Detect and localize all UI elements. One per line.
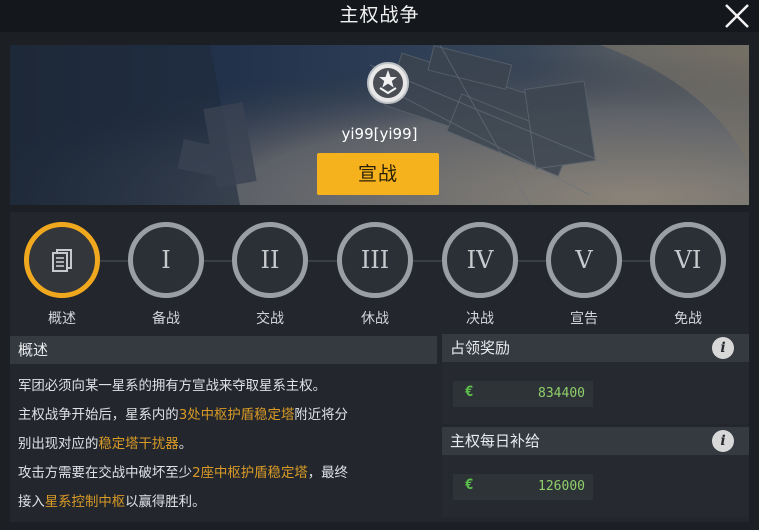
phase-decisive-battle[interactable]: IV 决战 — [440, 222, 520, 332]
reward-value: 834400 — [538, 386, 585, 401]
window-title: 主权战争 — [339, 4, 420, 26]
overview-line: 军团必须向某一星系的拥有方宣战来夺取星系主权。 — [18, 372, 432, 401]
phase-engagement[interactable]: II 交战 — [230, 222, 310, 332]
overview-text-segment: 。 — [178, 437, 193, 452]
phase-numeral: V — [575, 246, 593, 274]
phase-announcement[interactable]: V 宣告 — [544, 222, 624, 332]
overview-line: 别出现对应的稳定塔干扰器。 — [18, 430, 432, 459]
phase-overview[interactable]: 概述 — [22, 222, 102, 332]
overview-line: 攻击方需要在交战中破坏至少2座中枢护盾稳定塔，最终 — [18, 459, 432, 488]
overview-line: 接入星系控制中枢以赢得胜利。 — [18, 488, 432, 517]
supply-value-box: € 126000 — [453, 474, 593, 500]
phase-label: 决战 — [466, 311, 494, 327]
phase-numeral: III — [360, 246, 390, 274]
supply-info-icon[interactable]: i — [712, 430, 734, 452]
close-button[interactable] — [723, 2, 751, 30]
phase-numeral: IV — [466, 246, 494, 274]
phase-preparation[interactable]: I 备战 — [126, 222, 206, 332]
declare-war-button[interactable]: 宣战 — [317, 153, 439, 195]
highlight-tower-jammer: 稳定塔干扰器 — [98, 437, 179, 452]
phase-timeline: 概述 I 备战 II 交战 III 休战 IV 决战 V 宣告 VI 免战 — [10, 212, 749, 332]
phase-label: 休战 — [361, 311, 389, 327]
reward-info-icon[interactable]: i — [712, 337, 734, 359]
reward-heading: 占领奖励 — [442, 334, 749, 362]
overview-text-segment: 攻击方需要在交战中破坏至少 — [18, 466, 193, 481]
overview-text-segment: 附近将分 — [294, 408, 348, 423]
overview-line: 主权战争开始后，星系内的3处中枢护盾稳定塔附近将分 — [18, 401, 432, 430]
overview-text: 军团必须向某一星系的拥有方宣战来夺取星系主权。 主权战争开始后，星系内的3处中枢… — [18, 372, 432, 517]
document-icon — [52, 249, 72, 272]
phase-label: 交战 — [256, 311, 284, 327]
phase-numeral: II — [260, 246, 280, 274]
overview-text-segment: 军团必须向某一星系的拥有方宣战来夺取星系主权。 — [18, 379, 326, 394]
reward-value-box: € 834400 — [453, 381, 593, 407]
overview-heading: 概述 — [10, 336, 437, 364]
banner: yi99[yi99] 宣战 — [10, 45, 749, 205]
supply-heading: 主权每日补给 — [442, 427, 749, 455]
overview-text-segment: 别出现对应的 — [18, 437, 99, 452]
phase-ceasefire[interactable]: III 休战 — [335, 222, 415, 332]
phase-label: 概述 — [48, 311, 76, 327]
star-chevron-icon — [367, 62, 409, 104]
highlight-destroy-towers: 2座中枢护盾稳定塔 — [192, 466, 308, 481]
phase-label: 宣告 — [570, 311, 598, 327]
phase-numeral: I — [161, 246, 171, 274]
highlight-shield-towers: 3处中枢护盾稳定塔 — [178, 408, 295, 423]
overview-text-segment: 以赢得胜利。 — [125, 495, 206, 510]
overview-text-segment: 主权战争开始后，星系内的 — [18, 408, 179, 423]
close-icon — [725, 4, 749, 28]
title-bar: 主权战争 — [0, 0, 759, 32]
overview-text-segment: ，最终 — [307, 466, 348, 481]
phase-truce[interactable]: VI 免战 — [648, 222, 728, 332]
overview-text-segment: 接入 — [18, 495, 45, 510]
alliance-emblem[interactable] — [366, 61, 410, 105]
highlight-control-hub: 星系控制中枢 — [44, 495, 126, 510]
supply-value: 126000 — [538, 479, 585, 494]
phase-label: 免战 — [674, 311, 702, 327]
player-name: yi99[yi99] — [341, 125, 418, 143]
phase-numeral: VI — [674, 246, 702, 274]
phase-label: 备战 — [152, 311, 180, 327]
main-panel: 概述 I 备战 II 交战 III 休战 IV 决战 V 宣告 VI 免战 概述… — [10, 212, 749, 522]
